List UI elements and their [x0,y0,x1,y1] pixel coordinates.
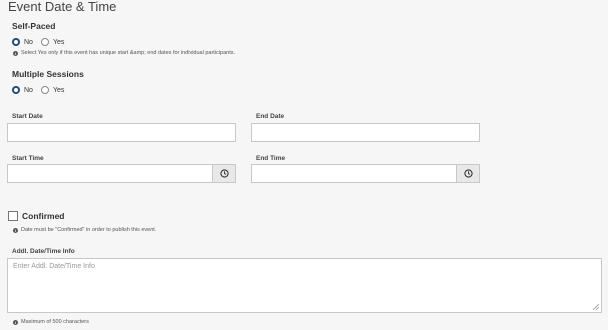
page-title: Event Date & Time [8,0,117,14]
self-paced-label: Self-Paced [12,21,56,31]
start-time-field [7,164,236,183]
clock-icon [219,169,229,178]
self-paced-radio-group: No Yes [12,36,72,48]
end-time-field [251,164,480,183]
multiple-sessions-no-radio[interactable] [12,86,20,94]
start-time-picker-button[interactable] [212,165,235,182]
self-paced-yes-label: Yes [52,38,65,46]
multiple-sessions-yes-label: Yes [52,86,65,94]
self-paced-no-label: No [24,38,33,46]
start-date-input[interactable] [7,123,236,142]
addl-info-hint: i Maximum of 500 characters [13,319,89,325]
multiple-sessions-yes-radio[interactable] [40,86,49,94]
confirmed-checkbox[interactable] [8,211,18,221]
self-paced-no-radio[interactable] [12,38,20,46]
end-date-input[interactable] [251,123,480,142]
confirmed-label: Confirmed [22,211,65,221]
addl-info-placeholder: Enter Addl. Date/Time Info [13,263,95,270]
info-icon: i [13,227,18,233]
addl-info-hint-text: Maximum of 500 characters [21,319,89,325]
end-time-picker-button[interactable] [456,165,479,182]
multiple-sessions-no-label: No [24,86,33,94]
addl-info-label: Addl. Date/Time Info [12,248,75,255]
end-date-label: End Date [256,113,285,120]
end-time-label: End Time [256,155,286,162]
clock-icon [463,169,473,178]
self-paced-hint-text: Select Yes only if this event has unique… [21,50,236,56]
multiple-sessions-radio-group: No Yes [12,84,72,96]
multiple-sessions-label: Multiple Sessions [12,69,84,79]
start-date-label: Start Date [12,113,43,120]
resize-grip-icon[interactable] [593,304,599,310]
info-icon: i [13,319,18,325]
self-paced-hint: i Select Yes only if this event has uniq… [13,50,235,56]
info-icon: i [13,50,18,56]
start-time-label: Start Time [12,155,44,162]
start-time-input[interactable] [8,165,212,182]
confirmed-hint: i Date must be "Confirmed" in order to p… [13,227,156,233]
confirmed-hint-text: Date must be "Confirmed" in order to pub… [21,227,157,233]
self-paced-yes-radio[interactable] [40,38,49,46]
addl-info-textarea[interactable]: Enter Addl. Date/Time Info [7,258,602,313]
end-time-input[interactable] [252,165,456,182]
